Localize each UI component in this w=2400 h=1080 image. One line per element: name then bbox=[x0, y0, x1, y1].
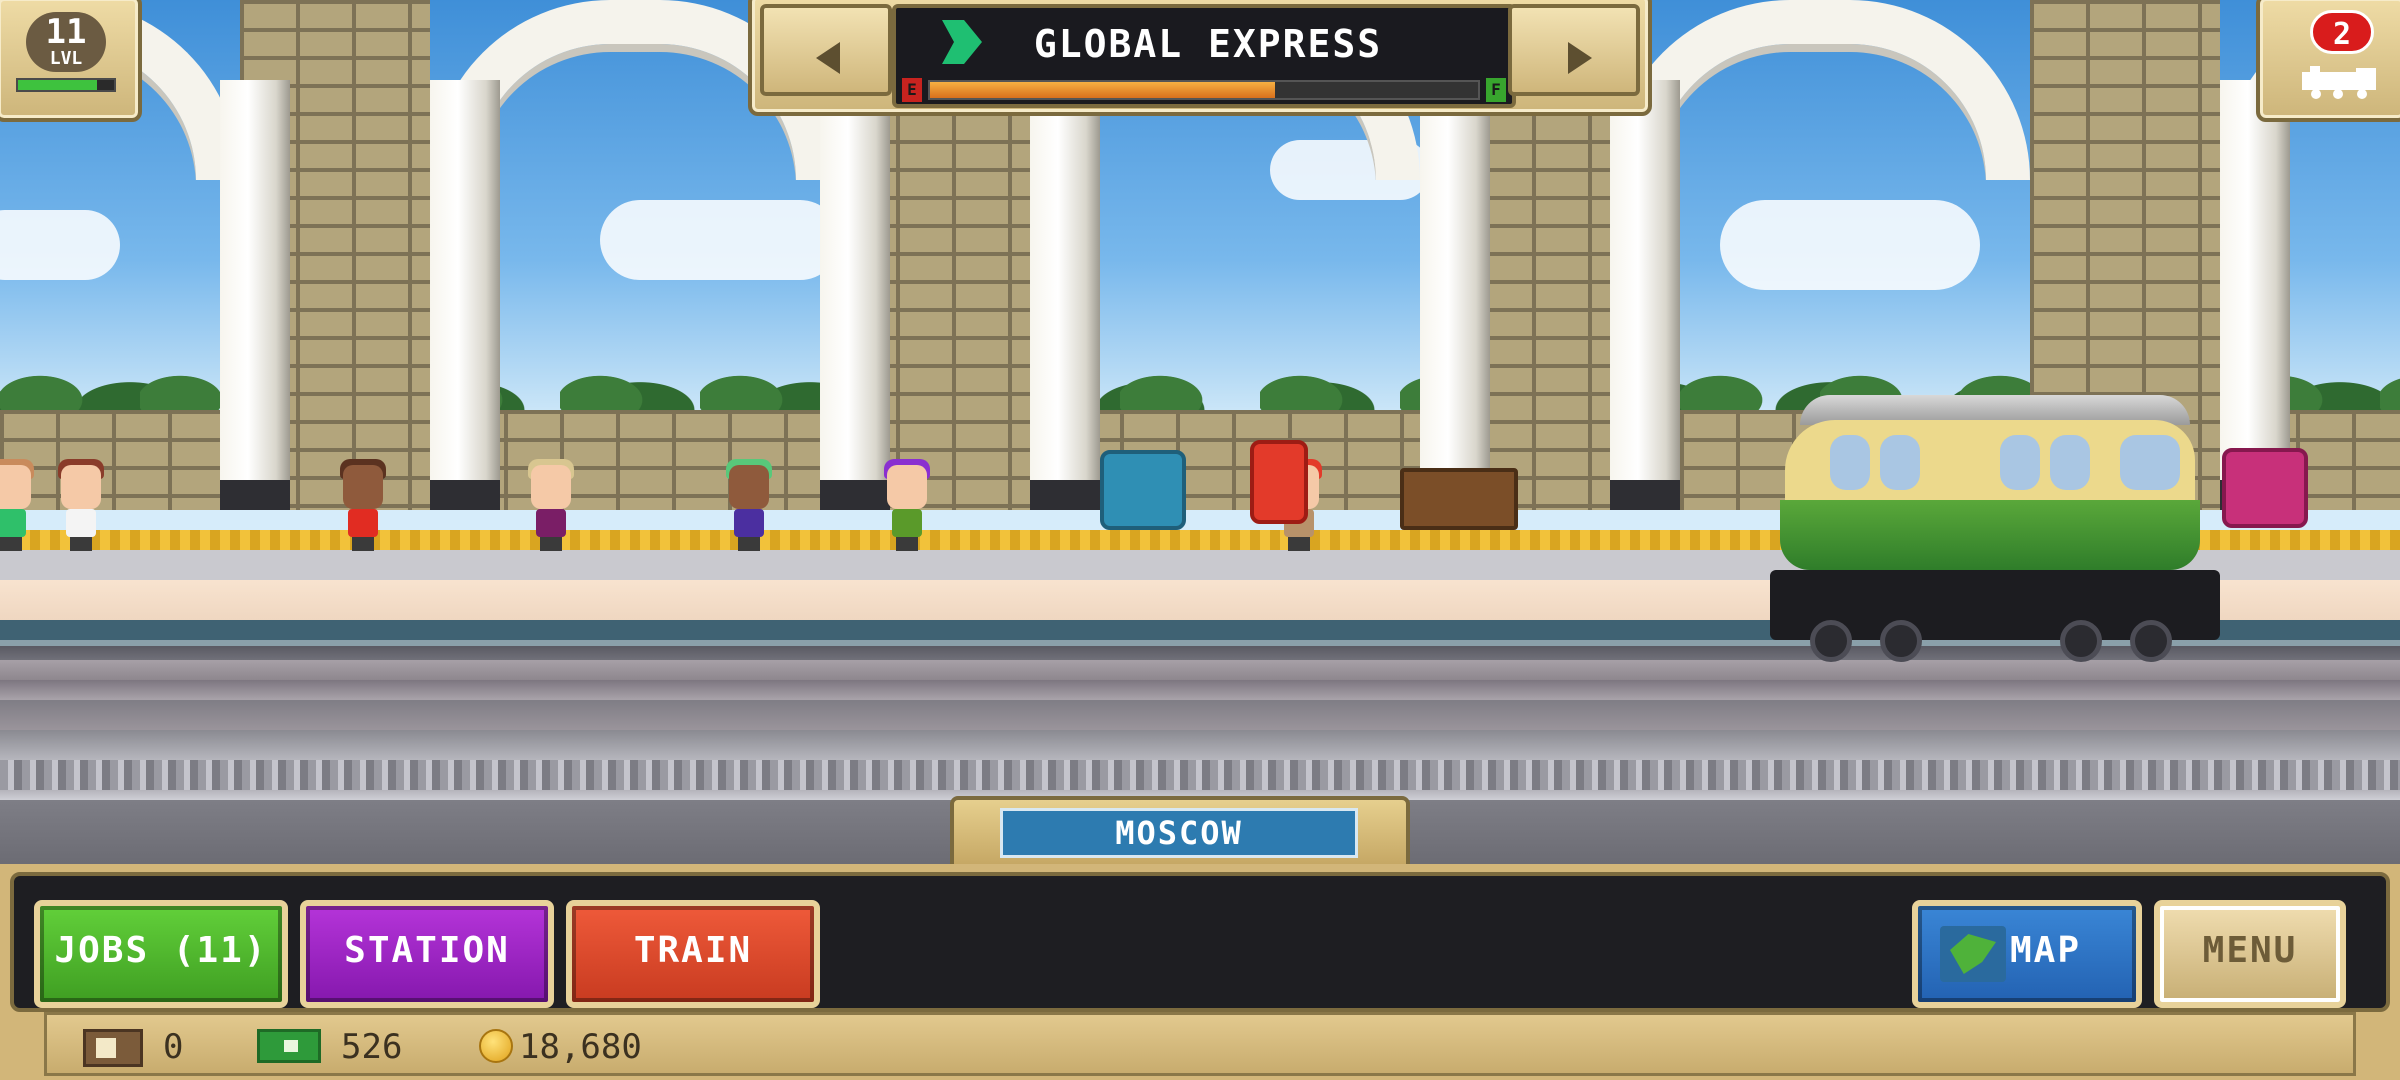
train-name: GLOBAL EXPRESS bbox=[1033, 22, 1383, 66]
currency-strip: 0 526 18,680 bbox=[44, 1012, 2356, 1076]
luggage-bag[interactable] bbox=[2222, 448, 2308, 528]
trains-badge[interactable]: 2 bbox=[2256, 0, 2400, 122]
passenger[interactable] bbox=[0, 459, 38, 555]
xp-bar-fill bbox=[18, 80, 97, 90]
column bbox=[220, 80, 290, 510]
train-title-panel: GLOBAL EXPRESS E F bbox=[892, 4, 1516, 108]
arrow-right-icon bbox=[1568, 42, 1592, 74]
column bbox=[1610, 80, 1680, 510]
passenger[interactable] bbox=[54, 459, 108, 555]
column bbox=[430, 80, 500, 510]
map-button-label: MAP bbox=[2010, 930, 2082, 971]
locomotive[interactable] bbox=[1770, 395, 2230, 695]
arrow-left-icon bbox=[816, 42, 840, 74]
locomotive-icon bbox=[2302, 66, 2376, 99]
map-icon bbox=[1940, 926, 2006, 982]
train-selector: GLOBAL EXPRESS E F bbox=[748, 0, 1652, 116]
fuel-gauge: E F bbox=[902, 78, 1506, 102]
coin-icon bbox=[479, 1029, 513, 1063]
column bbox=[820, 80, 890, 510]
ticket-icon bbox=[83, 1029, 143, 1067]
map-button[interactable]: MAP bbox=[1912, 900, 2142, 1008]
xp-bar bbox=[16, 78, 116, 92]
luggage-suitcase[interactable] bbox=[1400, 468, 1518, 530]
track-gravel bbox=[0, 760, 2400, 790]
passenger[interactable] bbox=[524, 459, 578, 555]
fuel-bar bbox=[928, 80, 1480, 100]
station-name-plate: MOSCOW bbox=[950, 796, 1410, 868]
fuel-full-label: F bbox=[1486, 78, 1506, 102]
station-button[interactable]: STATION bbox=[300, 900, 554, 1008]
fuel-bar-fill bbox=[930, 82, 1276, 98]
column bbox=[1420, 80, 1490, 510]
cash-value: 526 bbox=[341, 1027, 403, 1067]
jobs-button[interactable]: JOBS (11) bbox=[34, 900, 288, 1008]
train-button[interactable]: TRAIN bbox=[566, 900, 820, 1008]
passenger[interactable] bbox=[722, 459, 776, 555]
luggage-backpack[interactable] bbox=[1250, 440, 1308, 524]
cash-icon bbox=[257, 1029, 321, 1063]
trains-count: 2 bbox=[2310, 10, 2374, 54]
next-train-button[interactable] bbox=[1508, 4, 1640, 96]
tickets-value: 0 bbox=[163, 1027, 184, 1067]
passenger[interactable] bbox=[336, 459, 390, 555]
station-name: MOSCOW bbox=[1000, 808, 1358, 858]
level-badge[interactable]: 11 LVL bbox=[0, 0, 142, 122]
luggage-bag[interactable] bbox=[1100, 450, 1186, 530]
fuel-empty-label: E bbox=[902, 78, 922, 102]
bottom-bar: JOBS (11) STATION TRAIN MAP MENU 0 526 1… bbox=[0, 864, 2400, 1080]
passenger[interactable] bbox=[880, 459, 934, 555]
level-label: LVL bbox=[49, 48, 83, 69]
coins-value: 18,680 bbox=[519, 1027, 642, 1067]
cloud bbox=[1720, 200, 1980, 290]
column bbox=[1030, 80, 1100, 510]
menu-button[interactable]: MENU bbox=[2154, 900, 2346, 1008]
previous-train-button[interactable] bbox=[760, 4, 892, 96]
cloud bbox=[0, 210, 120, 280]
cloud bbox=[600, 200, 840, 280]
station-scene bbox=[0, 0, 2400, 870]
button-tray: JOBS (11) STATION TRAIN MAP MENU bbox=[10, 872, 2390, 1012]
column bbox=[2220, 80, 2290, 510]
